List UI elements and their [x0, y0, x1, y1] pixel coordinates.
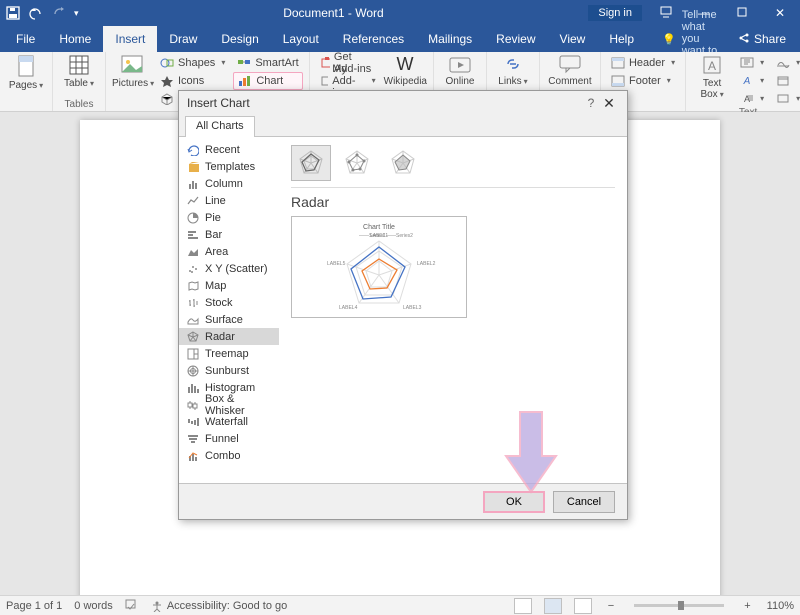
- dialog-close-button[interactable]: ✕: [599, 95, 619, 112]
- chart-type-radar[interactable]: Radar: [179, 328, 279, 345]
- pictures-button[interactable]: Pictures▾: [112, 54, 152, 89]
- tab-references[interactable]: References: [331, 26, 416, 52]
- object-button[interactable]: ▾: [772, 90, 800, 107]
- chart-type-combo[interactable]: Combo: [179, 447, 279, 464]
- drop-cap-button[interactable]: A▾: [736, 90, 768, 107]
- spellcheck-icon[interactable]: [125, 598, 139, 613]
- chart-type-recent[interactable]: Recent: [179, 141, 279, 158]
- my-addins-button[interactable]: My Add-ins▾: [316, 72, 380, 89]
- svg-text:A: A: [708, 59, 716, 73]
- pages-button[interactable]: Pages▾: [6, 54, 46, 91]
- svg-text:LABEL3: LABEL3: [403, 305, 422, 311]
- chart-type-column[interactable]: Column: [179, 175, 279, 192]
- tab-draw[interactable]: Draw: [157, 26, 209, 52]
- svg-text:LABEL5: LABEL5: [327, 261, 346, 267]
- status-words[interactable]: 0 words: [74, 600, 113, 612]
- cancel-button[interactable]: Cancel: [553, 491, 615, 513]
- online-video-button[interactable]: Online: [440, 54, 480, 87]
- undo-icon[interactable]: [28, 6, 44, 20]
- share-button[interactable]: Share: [724, 26, 800, 52]
- zoom-slider[interactable]: [634, 604, 724, 607]
- chart-type-box-whisker[interactable]: Box & Whisker: [179, 396, 279, 413]
- tab-file[interactable]: File: [4, 26, 47, 52]
- chart-type-x-y-scatter-[interactable]: X Y (Scatter): [179, 260, 279, 277]
- chart-button[interactable]: Chart: [233, 72, 302, 90]
- preview-title-text: Chart Title: [363, 224, 395, 231]
- icons-button[interactable]: Icons: [156, 72, 229, 89]
- links-button[interactable]: Links▾: [493, 54, 533, 87]
- radar-subtype-markers[interactable]: [337, 145, 377, 181]
- chart-type-line[interactable]: Line: [179, 192, 279, 209]
- chart-type-bar[interactable]: Bar: [179, 226, 279, 243]
- tab-design[interactable]: Design: [209, 26, 270, 52]
- insert-chart-dialog: Insert Chart ? ✕ All Charts RecentTempla…: [178, 90, 628, 520]
- lightbulb-icon: 💡: [662, 33, 676, 46]
- tell-me-search[interactable]: 💡 Tell me what you want to do: [646, 26, 724, 52]
- share-icon: [738, 32, 750, 47]
- shapes-button[interactable]: Shapes▾: [156, 54, 229, 71]
- svg-text:W: W: [397, 54, 414, 74]
- chart-type-funnel[interactable]: Funnel: [179, 430, 279, 447]
- close-button[interactable]: ✕: [766, 6, 794, 20]
- dialog-help-button[interactable]: ?: [583, 96, 599, 110]
- tab-mailings[interactable]: Mailings: [416, 26, 484, 52]
- tab-layout[interactable]: Layout: [271, 26, 331, 52]
- chart-type-templates[interactable]: Templates: [179, 158, 279, 175]
- zoom-out-button[interactable]: −: [604, 600, 618, 612]
- chart-type-list: RecentTemplatesColumnLinePieBarAreaX Y (…: [179, 137, 279, 483]
- header-button[interactable]: Header▾: [607, 54, 679, 71]
- tab-home[interactable]: Home: [47, 26, 103, 52]
- signin-button[interactable]: Sign in: [588, 5, 642, 21]
- chart-type-treemap[interactable]: Treemap: [179, 345, 279, 362]
- view-web-layout[interactable]: [574, 598, 592, 614]
- svg-text:——Series2: ——Series2: [386, 233, 413, 239]
- group-label-tables: Tables: [59, 99, 99, 111]
- svg-text:A: A: [743, 76, 751, 86]
- radar-subtype-filled[interactable]: [383, 145, 423, 181]
- date-time-button[interactable]: [772, 72, 800, 89]
- chart-type-map[interactable]: Map: [179, 277, 279, 294]
- table-button[interactable]: Table▾: [59, 54, 99, 89]
- chart-pane-title: Radar: [291, 194, 615, 210]
- svg-text:LABEL2: LABEL2: [417, 261, 436, 267]
- chart-type-stock[interactable]: Stock: [179, 294, 279, 311]
- save-icon[interactable]: [6, 6, 20, 20]
- footer-button[interactable]: Footer▾: [607, 72, 679, 89]
- wikipedia-button[interactable]: W Wikipedia: [384, 54, 427, 87]
- wordart-button[interactable]: A▾: [736, 72, 768, 89]
- view-read-mode[interactable]: [514, 598, 532, 614]
- chart-type-surface[interactable]: Surface: [179, 311, 279, 328]
- zoom-in-button[interactable]: +: [740, 600, 754, 612]
- dialog-tab-all-charts[interactable]: All Charts: [185, 116, 255, 137]
- status-page[interactable]: Page 1 of 1: [6, 600, 62, 612]
- maximize-button[interactable]: [728, 6, 756, 20]
- tab-help[interactable]: Help: [597, 26, 646, 52]
- chart-type-sunburst[interactable]: Sunburst: [179, 362, 279, 379]
- chart-preview[interactable]: Chart Title ——Series1——Series2 LABEL1 LA…: [291, 216, 467, 318]
- ribbon-options-icon[interactable]: [652, 6, 680, 21]
- ok-button[interactable]: OK: [483, 491, 545, 513]
- comment-button[interactable]: Comment: [546, 54, 594, 87]
- radar-subtype-basic[interactable]: [291, 145, 331, 181]
- zoom-level[interactable]: 110%: [767, 600, 794, 612]
- svg-text:LABEL1: LABEL1: [370, 233, 389, 239]
- view-print-layout[interactable]: [544, 598, 562, 614]
- dialog-title: Insert Chart: [187, 96, 250, 110]
- signature-line-button[interactable]: ▾: [772, 54, 800, 71]
- accessibility-status[interactable]: Accessibility: Good to go: [151, 600, 287, 612]
- tab-insert[interactable]: Insert: [103, 26, 157, 52]
- document-title: Document1 - Word: [79, 6, 589, 20]
- svg-text:LABEL4: LABEL4: [339, 305, 358, 311]
- chart-type-area[interactable]: Area: [179, 243, 279, 260]
- smartart-button[interactable]: SmartArt: [233, 54, 302, 71]
- chart-type-pie[interactable]: Pie: [179, 209, 279, 226]
- tab-view[interactable]: View: [548, 26, 598, 52]
- tab-review[interactable]: Review: [484, 26, 547, 52]
- text-box-button[interactable]: A Text Box▾: [692, 54, 732, 100]
- quick-parts-button[interactable]: ▾: [736, 54, 768, 71]
- redo-icon[interactable]: [52, 6, 66, 20]
